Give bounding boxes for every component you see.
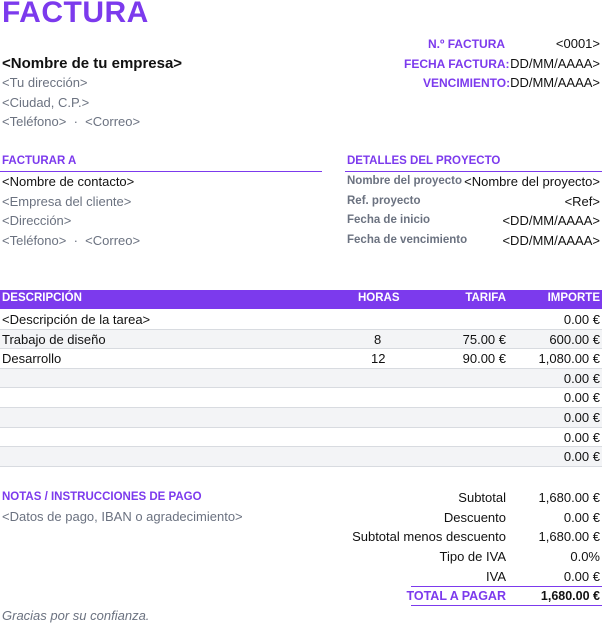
bill-to-heading: FACTURAR A <box>2 155 77 167</box>
project-name-label: Nombre del proyecto <box>347 175 463 187</box>
company-phone: <Teléfono> <box>2 114 67 129</box>
vat-rate-value: 0.0% <box>570 549 600 564</box>
discount-value: 0.00 € <box>563 510 600 525</box>
project-heading: DETALLES DEL PROYECTO <box>347 155 501 167</box>
bill-to-address: <Dirección> <box>2 213 72 228</box>
subtotal-less-discount-label: Subtotal menos descuento <box>352 529 506 544</box>
vat-rate-label: Tipo de IVA <box>439 549 506 564</box>
bill-to-contact: <Nombre de contacto> <box>2 174 135 189</box>
item-amount: 600.00 € <box>549 331 600 347</box>
total-bottom-divider <box>411 605 602 606</box>
company-address: <Tu dirección> <box>2 75 88 90</box>
table-row: Desarrollo 12 90.00 € 1,080.00 € <box>0 349 602 369</box>
item-amount: 0.00 € <box>563 429 600 445</box>
vat-label: IVA <box>486 569 506 584</box>
project-divider <box>345 171 602 172</box>
col-amount: IMPORTE <box>547 292 600 304</box>
subtotal-label: Subtotal <box>458 490 506 505</box>
invoice-title: FACTURA <box>2 0 149 29</box>
total-due-label: TOTAL A PAGAR <box>406 589 506 603</box>
item-amount: 0.00 € <box>563 449 600 465</box>
col-rate: TARIFA <box>465 292 506 304</box>
subtotal-value: 1,680.00 € <box>538 490 600 505</box>
project-start-value: <DD/MM/AAAA> <box>502 213 600 228</box>
item-amount: 1,080.00 € <box>538 351 600 367</box>
table-row: 0.00 € <box>0 428 602 448</box>
invoice-number-label: N.º FACTURA <box>428 37 506 51</box>
project-due-label: Fecha de vencimiento <box>347 234 468 246</box>
item-hours: 12 <box>371 351 386 367</box>
items-table-header: DESCRIPCIÓN HORAS TARIFA IMPORTE <box>0 290 602 309</box>
table-row: Trabajo de diseño 8 75.00 € 600.00 € <box>0 329 602 350</box>
item-amount: 0.00 € <box>563 410 600 425</box>
notes-heading: NOTAS / INSTRUCCIONES DE PAGO <box>2 491 202 503</box>
project-start-label: Fecha de inicio <box>347 214 431 226</box>
item-description: <Descripción de la tarea> <box>2 312 151 327</box>
bill-to-company: <Empresa del cliente> <box>2 194 132 209</box>
company-email: <Correo> <box>85 114 141 129</box>
discount-label: Descuento <box>443 510 506 525</box>
item-hours: 8 <box>374 331 382 347</box>
item-description: Desarrollo <box>2 351 62 367</box>
table-row: 0.00 € <box>0 447 602 467</box>
item-rate: 75.00 € <box>462 331 506 347</box>
item-amount: 0.00 € <box>563 312 600 327</box>
col-description: DESCRIPCIÓN <box>2 292 82 304</box>
bill-to-contact-line: <Teléfono> · <Correo> <box>2 233 140 248</box>
invoice-date-value: DD/MM/AAAA> <box>510 56 600 71</box>
project-ref-value: <Ref> <box>564 194 600 209</box>
item-amount: 0.00 € <box>563 390 600 406</box>
due-date-value: DD/MM/AAAA> <box>510 75 600 90</box>
vat-value: 0.00 € <box>563 569 600 584</box>
table-row: 0.00 € <box>0 408 602 428</box>
separator-dot: · <box>73 114 78 129</box>
company-name: <Nombre de tu empresa> <box>2 55 183 72</box>
notes-text: <Datos de pago, IBAN o agradecimiento> <box>2 509 243 524</box>
bill-to-phone: <Teléfono> <box>2 233 67 248</box>
thanks-note: Gracias por su confianza. <box>2 608 150 623</box>
project-due-value: <DD/MM/AAAA> <box>502 233 600 248</box>
col-hours: HORAS <box>358 292 400 304</box>
table-row: <Descripción de la tarea> 0.00 € <box>0 310 602 330</box>
bill-to-divider <box>0 171 322 172</box>
subtotal-less-discount-value: 1,680.00 € <box>538 529 600 544</box>
table-row: 0.00 € <box>0 368 602 389</box>
due-date-label: VENCIMIENTO: <box>423 76 511 90</box>
project-ref-label: Ref. proyecto <box>347 195 421 207</box>
company-city: <Ciudad, C.P.> <box>2 95 90 110</box>
invoice-number-value: <0001> <box>555 36 600 51</box>
table-row: 0.00 € <box>0 388 602 408</box>
invoice-date-label: FECHA FACTURA: <box>404 57 510 71</box>
separator-dot: · <box>73 233 78 248</box>
total-top-divider <box>411 586 602 587</box>
item-rate: 90.00 € <box>462 351 506 367</box>
company-contact: <Teléfono> · <Correo> <box>2 114 140 129</box>
bill-to-email: <Correo> <box>85 233 141 248</box>
project-name-value: <Nombre del proyecto> <box>464 174 600 189</box>
total-due-value: 1,680.00 € <box>540 589 600 603</box>
item-amount: 0.00 € <box>563 370 600 386</box>
item-description: Trabajo de diseño <box>2 331 106 347</box>
